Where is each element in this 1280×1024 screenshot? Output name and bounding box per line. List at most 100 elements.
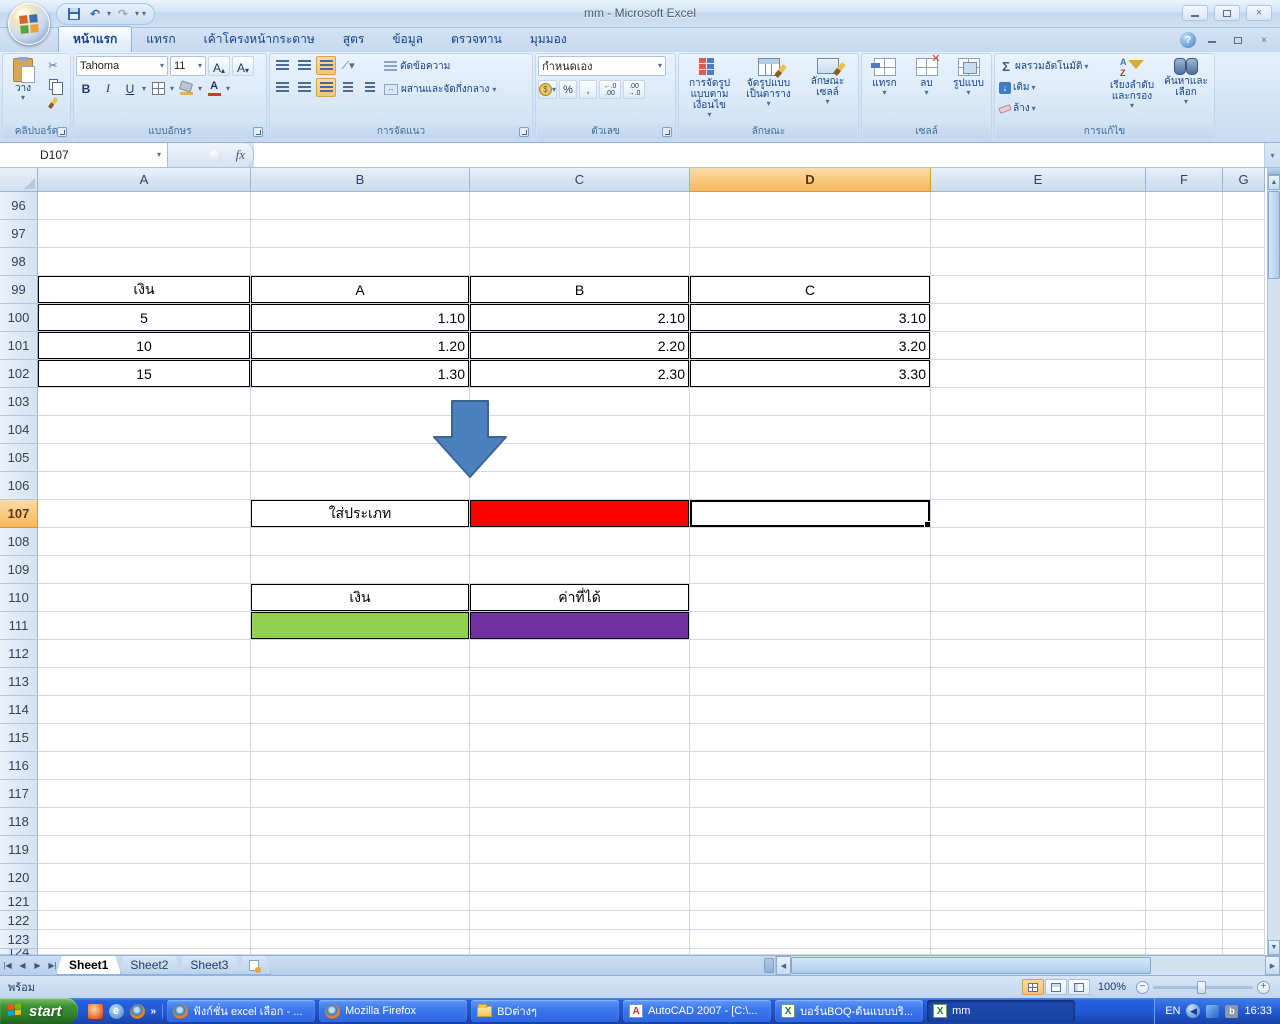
tab-ตรวจทาน[interactable]: ตรวจทาน: [437, 27, 516, 52]
percent-button[interactable]: %: [559, 80, 578, 99]
align-left-button[interactable]: [272, 78, 292, 97]
cell-F96[interactable]: [1146, 192, 1223, 220]
cell-B112[interactable]: [251, 640, 470, 668]
cell-A111[interactable]: [38, 612, 251, 640]
cell-C114[interactable]: [470, 696, 690, 724]
next-sheet-icon[interactable]: ▶: [30, 956, 45, 975]
italic-button[interactable]: I: [98, 79, 118, 98]
cell-G119[interactable]: [1223, 836, 1265, 864]
cell-B96[interactable]: [251, 192, 470, 220]
cell-C117[interactable]: [470, 780, 690, 808]
zoom-out-button[interactable]: −: [1136, 980, 1149, 994]
cell-B124[interactable]: [251, 949, 470, 955]
cell-D124[interactable]: [690, 949, 931, 955]
row-header-114[interactable]: 114: [0, 696, 38, 724]
cell-A117[interactable]: [38, 780, 251, 808]
row-header-109[interactable]: 109: [0, 556, 38, 584]
down-arrow-shape[interactable]: [433, 400, 507, 478]
cell-G109[interactable]: [1223, 556, 1265, 584]
clear-button[interactable]: ล้าง ▾: [997, 98, 1102, 119]
increase-indent-button[interactable]: [360, 78, 380, 97]
comma-button[interactable]: ,: [579, 80, 598, 99]
row-header-107[interactable]: 107: [0, 500, 38, 528]
cell-D123[interactable]: [690, 930, 931, 949]
cell-A118[interactable]: [38, 808, 251, 836]
cell-D116[interactable]: [690, 752, 931, 780]
cell-F103[interactable]: [1146, 388, 1223, 416]
cell-B111[interactable]: [251, 612, 470, 640]
cell-D122[interactable]: [690, 911, 931, 930]
row-header-123[interactable]: 123: [0, 930, 38, 949]
cell-D99[interactable]: C: [690, 276, 931, 304]
row-header-110[interactable]: 110: [0, 584, 38, 612]
insert-function-area[interactable]: fx: [168, 143, 254, 167]
cell-F97[interactable]: [1146, 220, 1223, 248]
tab-สูตร[interactable]: สูตร: [329, 27, 379, 52]
restore-button[interactable]: [1214, 5, 1240, 21]
align-top-button[interactable]: [272, 56, 292, 75]
borders-button[interactable]: [148, 80, 168, 98]
cell-B118[interactable]: [251, 808, 470, 836]
cell-B109[interactable]: [251, 556, 470, 584]
cell-F115[interactable]: [1146, 724, 1223, 752]
close-button[interactable]: ×: [1246, 5, 1272, 21]
cut-button[interactable]: ✂: [43, 56, 63, 74]
cell-D111[interactable]: [690, 612, 931, 640]
cell-G100[interactable]: [1223, 304, 1265, 332]
cell-A123[interactable]: [38, 930, 251, 949]
cell-E116[interactable]: [931, 752, 1146, 780]
cell-F104[interactable]: [1146, 416, 1223, 444]
cell-G113[interactable]: [1223, 668, 1265, 696]
cell-D103[interactable]: [690, 388, 931, 416]
cell-C108[interactable]: [470, 528, 690, 556]
cell-B107[interactable]: ใส่ประเภท: [251, 500, 470, 528]
align-middle-button[interactable]: [294, 56, 314, 75]
row-header-117[interactable]: 117: [0, 780, 38, 808]
scroll-right-icon[interactable]: ▶: [1265, 956, 1280, 975]
cell-E121[interactable]: [931, 892, 1146, 911]
cell-G120[interactable]: [1223, 864, 1265, 892]
cell-G102[interactable]: [1223, 360, 1265, 388]
first-sheet-icon[interactable]: |◀: [0, 956, 15, 975]
cell-G96[interactable]: [1223, 192, 1265, 220]
cell-F110[interactable]: [1146, 584, 1223, 612]
cell-C102[interactable]: 2.30: [470, 360, 690, 388]
row-header-112[interactable]: 112: [0, 640, 38, 668]
cell-D100[interactable]: 3.10: [690, 304, 931, 332]
prev-sheet-icon[interactable]: ◀: [15, 956, 30, 975]
vertical-split-box[interactable]: [1268, 168, 1280, 175]
scroll-up-icon[interactable]: ▲: [1268, 175, 1280, 190]
cell-G98[interactable]: [1223, 248, 1265, 276]
row-header-97[interactable]: 97: [0, 220, 38, 248]
office-button[interactable]: [8, 3, 50, 45]
cell-E117[interactable]: [931, 780, 1146, 808]
row-header-99[interactable]: 99: [0, 276, 38, 304]
cell-C99[interactable]: B: [470, 276, 690, 304]
cell-F111[interactable]: [1146, 612, 1223, 640]
align-center-button[interactable]: [294, 78, 314, 97]
cell-F116[interactable]: [1146, 752, 1223, 780]
cell-E109[interactable]: [931, 556, 1146, 584]
sort-filter-button[interactable]: AZ เรียงลำดับและกรอง ▾: [1106, 56, 1158, 124]
fill-color-dropdown-icon[interactable]: ▾: [198, 84, 202, 93]
cell-B110[interactable]: เงิน: [251, 584, 470, 612]
vertical-scrollbar[interactable]: ▲ ▼: [1267, 168, 1280, 955]
merge-center-button[interactable]: ↔ ผสานและจัดกึ่งกลาง ▾: [384, 80, 496, 99]
taskbar-window-ฟังก์ชั่น excel เลือก - ...[interactable]: ฟังก์ชั่น excel เลือก - ...: [167, 1000, 316, 1022]
cell-C101[interactable]: 2.20: [470, 332, 690, 360]
row-header-116[interactable]: 116: [0, 752, 38, 780]
cell-G97[interactable]: [1223, 220, 1265, 248]
underline-dropdown-icon[interactable]: ▾: [142, 84, 146, 93]
cell-E107[interactable]: [931, 500, 1146, 528]
language-indicator[interactable]: EN: [1165, 1005, 1180, 1017]
cell-C112[interactable]: [470, 640, 690, 668]
cell-A115[interactable]: [38, 724, 251, 752]
cell-E101[interactable]: [931, 332, 1146, 360]
quicklaunch-media-icon[interactable]: [87, 1003, 103, 1019]
alignment-dialog-launcher[interactable]: [519, 127, 529, 137]
cell-D108[interactable]: [690, 528, 931, 556]
cell-A103[interactable]: [38, 388, 251, 416]
cell-C109[interactable]: [470, 556, 690, 584]
cell-D96[interactable]: [690, 192, 931, 220]
cell-F98[interactable]: [1146, 248, 1223, 276]
